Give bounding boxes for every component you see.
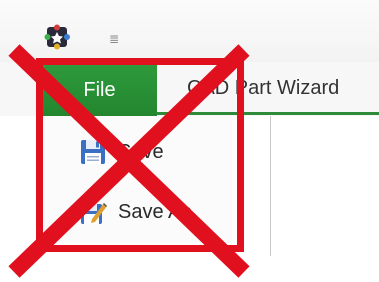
red-highlight-box [36, 58, 244, 252]
app-puzzle-icon[interactable] [44, 24, 70, 50]
quick-access-dropdown-icon[interactable]: ≣ [104, 28, 124, 50]
title-bar: ≣ [0, 0, 379, 62]
menu-divider [270, 116, 271, 256]
